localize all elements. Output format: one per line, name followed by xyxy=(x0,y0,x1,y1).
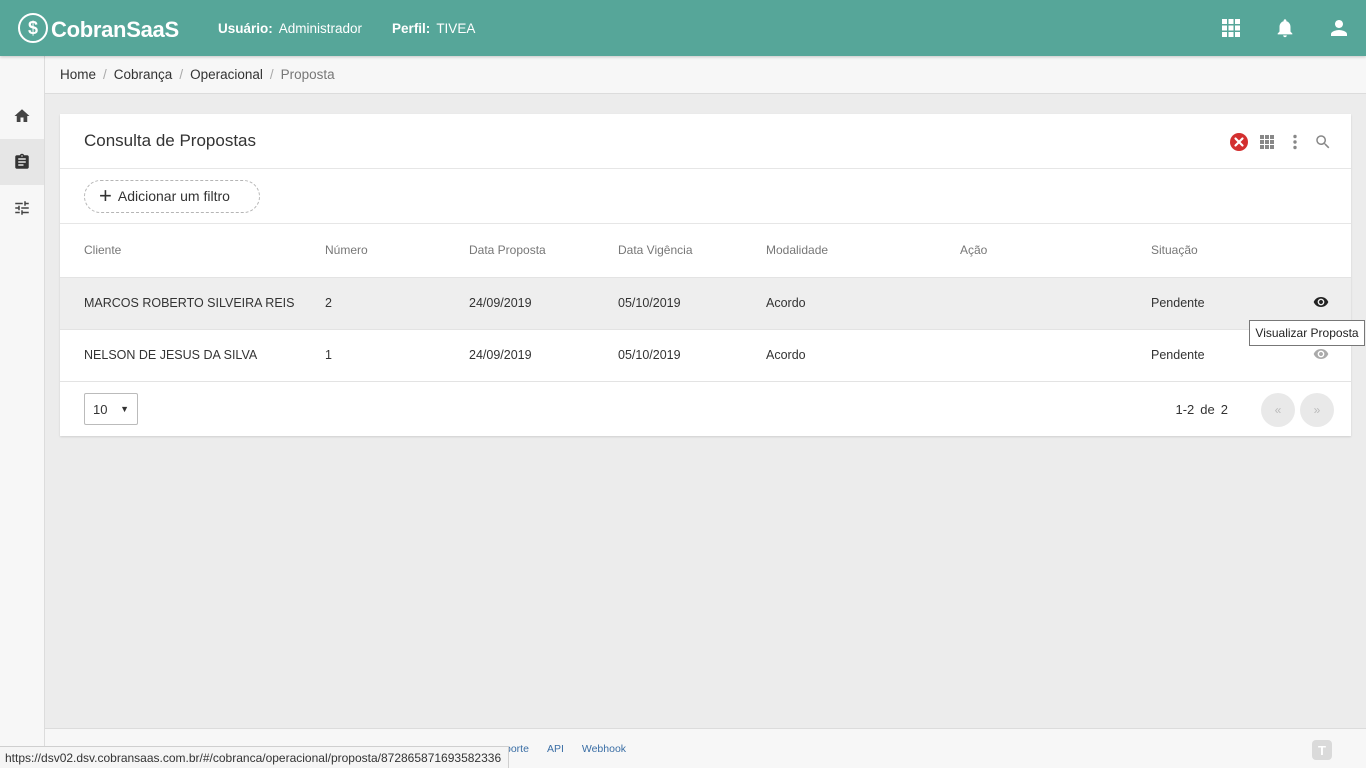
breadcrumb-operacional[interactable]: Operacional xyxy=(190,67,263,82)
pagination: 10 ▼ 1-2 de 2 « » xyxy=(60,382,1351,437)
cell-acao xyxy=(960,329,1151,381)
cell-modalidade: Acordo xyxy=(766,348,806,362)
breadcrumb-home[interactable]: Home xyxy=(60,67,96,82)
col-modalidade[interactable]: Modalidade xyxy=(766,224,960,277)
footer-link-webhook[interactable]: Webhook xyxy=(582,743,626,755)
sidebar-item-home[interactable] xyxy=(0,93,44,139)
user-icon[interactable] xyxy=(1312,0,1366,56)
cell-data-proposta: 24/09/2019 xyxy=(469,348,532,362)
pagination-of: de xyxy=(1200,401,1215,417)
logo-mark: $ xyxy=(18,13,48,43)
sliders-icon xyxy=(15,201,29,215)
proposals-card: Consulta de Propostas + Adicionar um fil… xyxy=(60,114,1351,436)
pagination-info: 1-2 de 2 xyxy=(1173,382,1232,437)
logo-text: CobranSaaS xyxy=(51,17,179,42)
clear-filter-icon[interactable] xyxy=(1225,128,1253,156)
top-bar: $ CobranSaaS Usuário: Administrador Perf… xyxy=(0,0,1366,56)
footer-link-api[interactable]: API xyxy=(547,743,564,755)
footer-logo: T xyxy=(1312,740,1332,760)
pagination-total: 2 xyxy=(1220,401,1228,417)
breadcrumb: Home / Cobrança / Operacional / Proposta xyxy=(45,56,1366,94)
col-situacao[interactable]: Situação xyxy=(1151,224,1291,277)
more-vert-icon[interactable] xyxy=(1281,128,1309,156)
table-header-row: Cliente Número Data Proposta Data Vigênc… xyxy=(60,224,1351,277)
page-size-value: 10 xyxy=(93,401,108,417)
next-page-button[interactable]: » xyxy=(1300,392,1334,427)
cell-numero: 2 xyxy=(325,296,332,310)
cell-cliente: NELSON DE JESUS DA SILVA xyxy=(84,348,258,362)
breadcrumb-current: Proposta xyxy=(280,67,335,82)
col-data-proposta[interactable]: Data Proposta xyxy=(469,224,618,277)
plus-icon: + xyxy=(99,183,112,208)
col-acao[interactable]: Ação xyxy=(960,224,1151,277)
app-logo[interactable]: $ CobranSaaS xyxy=(18,13,218,43)
view-proposal-eye-icon[interactable] xyxy=(1313,296,1329,313)
sidebar-item-clipboard[interactable] xyxy=(0,139,44,185)
cell-modalidade: Acordo xyxy=(766,296,806,310)
view-proposal-eye-icon[interactable] xyxy=(1313,348,1329,365)
apps-grid-icon[interactable] xyxy=(1204,0,1258,56)
add-filter-button[interactable]: + Adicionar um filtro xyxy=(84,179,260,213)
user-value: Administrador xyxy=(278,20,363,36)
user-label: Usuário: xyxy=(218,20,273,36)
user-info: Usuário: Administrador xyxy=(218,21,362,36)
prev-page-button[interactable]: « xyxy=(1261,392,1295,427)
cell-acao xyxy=(960,277,1151,329)
cell-data-vigencia: 05/10/2019 xyxy=(618,348,681,362)
columns-grid-icon[interactable] xyxy=(1253,128,1281,156)
bell-icon[interactable] xyxy=(1258,0,1312,56)
add-filter-label: Adicionar um filtro xyxy=(117,188,230,204)
clipboard-icon xyxy=(15,153,29,169)
col-numero[interactable]: Número xyxy=(325,224,469,277)
profile-label: Perfil: xyxy=(392,20,431,36)
view-proposal-tooltip: Visualizar Proposta xyxy=(1249,320,1365,346)
sidebar-item-settings[interactable] xyxy=(0,185,44,231)
home-icon xyxy=(14,109,30,122)
cell-data-vigencia: 05/10/2019 xyxy=(618,296,681,310)
sidebar xyxy=(0,56,45,768)
caret-down-icon: ▼ xyxy=(120,404,129,414)
breadcrumb-cobranca[interactable]: Cobrança xyxy=(114,67,173,82)
browser-status-url: https://dsv02.dsv.cobransaas.com.br/#/co… xyxy=(0,746,509,768)
table-row[interactable]: NELSON DE JESUS DA SILVA 1 24/09/2019 05… xyxy=(60,329,1351,381)
page-size-select[interactable]: 10 ▼ xyxy=(84,393,138,425)
cell-numero: 1 xyxy=(325,348,332,362)
pagination-range: 1-2 xyxy=(1175,401,1195,417)
cell-data-proposta: 24/09/2019 xyxy=(469,296,532,310)
cell-cliente: MARCOS ROBERTO SILVEIRA REIS xyxy=(84,296,295,310)
profile-value: TIVEA xyxy=(436,20,476,36)
table-row[interactable]: MARCOS ROBERTO SILVEIRA REIS 2 24/09/201… xyxy=(60,277,1351,329)
profile-info: Perfil: TIVEA xyxy=(392,21,475,36)
col-cliente[interactable]: Cliente xyxy=(60,224,325,277)
search-icon[interactable] xyxy=(1309,128,1337,156)
proposals-table: Cliente Número Data Proposta Data Vigênc… xyxy=(60,224,1351,382)
col-data-vigencia[interactable]: Data Vigência xyxy=(618,224,766,277)
page-title: Consulta de Propostas xyxy=(84,131,256,150)
